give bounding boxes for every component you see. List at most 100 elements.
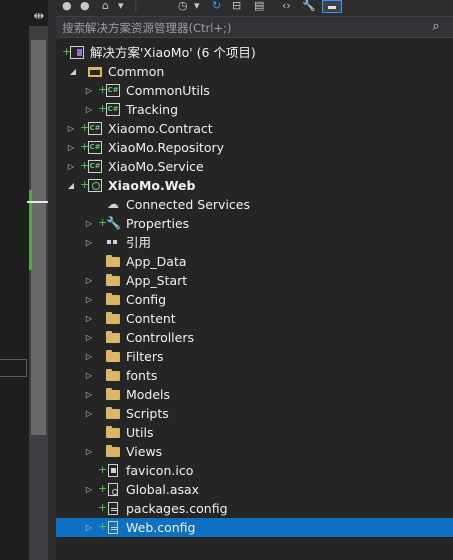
tree-item-label: Models	[126, 387, 171, 402]
active-view-icon[interactable]	[322, 0, 342, 13]
tree-item-packages-config[interactable]: + packages.config	[56, 499, 453, 518]
search-input[interactable]	[62, 20, 412, 35]
expand-arrow-icon[interactable]: ▷	[84, 347, 94, 366]
tree-item-label: App_Start	[126, 273, 188, 288]
search-icon[interactable]: ⌕	[426, 19, 446, 35]
editor-field[interactable]	[0, 359, 27, 377]
collapse-arrow-icon[interactable]: ◢	[68, 62, 78, 81]
tree-item-label: Properties	[126, 216, 190, 231]
expand-arrow-icon[interactable]: ▷	[84, 518, 94, 537]
expand-arrow-icon[interactable]: ▷	[84, 385, 94, 404]
tree-item-views[interactable]: ▷ Views	[56, 442, 453, 461]
tree-item-references[interactable]: ▷ 引用	[56, 233, 453, 252]
code-icon[interactable]: ‹›	[282, 0, 291, 12]
split-view-icon[interactable]: ⇹	[30, 8, 48, 26]
git-added-icon: +	[98, 102, 108, 115]
tree-item-web-config[interactable]: ▷ + Web.config	[56, 518, 453, 537]
back-icon[interactable]: ●	[62, 0, 72, 12]
tree-item-commonutils[interactable]: ▷ + C# CommonUtils	[56, 81, 453, 100]
tree-item-label: Connected Services	[126, 197, 250, 212]
properties-icon[interactable]: ▤	[254, 0, 264, 12]
folder-icon	[106, 407, 120, 419]
tree-item-global-asax[interactable]: ▷ + Global.asax	[56, 480, 453, 499]
tree-item-connected-services[interactable]: ☁ Connected Services	[56, 195, 453, 214]
cloud-icon: ☁	[107, 197, 119, 211]
refresh-icon[interactable]: ↻	[212, 0, 221, 12]
tree-item-label: XiaoMo.Web	[108, 178, 196, 193]
tree-item-favicon[interactable]: + favicon.ico	[56, 461, 453, 480]
scrollbar-thumb[interactable]	[31, 40, 46, 435]
tree-item-filters[interactable]: ▷ Filters	[56, 347, 453, 366]
folder-icon	[106, 388, 120, 400]
tree-item-app-start[interactable]: ▷ App_Start	[56, 271, 453, 290]
tree-item-label: Views	[126, 444, 163, 459]
tree-item-solution[interactable]: + 解决方案'XiaoMo' (6 个项目)	[56, 43, 453, 62]
expand-arrow-icon[interactable]: ▷	[84, 214, 94, 233]
tree-item-label: Xiaomo.Contract	[108, 121, 213, 136]
folder-icon	[106, 255, 120, 267]
collapse-arrow-icon[interactable]: ◢	[66, 176, 76, 195]
expand-arrow-icon[interactable]: ▷	[84, 480, 94, 499]
expand-arrow-icon[interactable]: ▷	[66, 157, 76, 176]
expand-arrow-icon[interactable]: ▷	[84, 100, 94, 119]
tree-item-models[interactable]: ▷ Models	[56, 385, 453, 404]
tree-item-label: CommonUtils	[126, 83, 210, 98]
folder-icon	[106, 293, 120, 305]
toolbar-separator: |	[134, 0, 138, 12]
tree-item-properties[interactable]: ▷ + 🔧 Properties	[56, 214, 453, 233]
tree-item-xiaomo-web[interactable]: ◢ + XiaoMo.Web	[56, 176, 453, 195]
git-added-icon: +	[98, 482, 108, 495]
expand-arrow-icon[interactable]: ▷	[84, 309, 94, 328]
tree-item-fonts[interactable]: ▷ fonts	[56, 366, 453, 385]
wrench-icon[interactable]: 🔧	[302, 0, 316, 12]
tree-item-label: Web.config	[126, 520, 196, 535]
git-added-icon: +	[80, 140, 90, 153]
tree-item-controllers[interactable]: ▷ Controllers	[56, 328, 453, 347]
expand-arrow-icon[interactable]: ▷	[84, 290, 94, 309]
tree-item-config[interactable]: ▷ Config	[56, 290, 453, 309]
tree-item-label: Scripts	[126, 406, 169, 421]
git-added-icon: +	[98, 83, 108, 96]
csharp-project-icon: C#	[88, 160, 102, 173]
tree-item-label: Tracking	[126, 102, 179, 117]
git-added-icon: +	[98, 216, 108, 229]
tree-item-label: Controllers	[126, 330, 194, 345]
tree-item-content[interactable]: ▷ Content	[56, 309, 453, 328]
home-icon[interactable]: ⌂	[102, 0, 109, 12]
git-added-icon: +	[80, 121, 90, 134]
history-dropdown-icon[interactable]: ▾	[194, 0, 200, 12]
tree-item-label: Filters	[126, 349, 164, 364]
expand-arrow-icon[interactable]: ▷	[84, 404, 94, 423]
collapse-icon[interactable]: ⊟	[232, 0, 241, 12]
expand-arrow-icon[interactable]: ▷	[84, 233, 94, 252]
tree-item-app-data[interactable]: App_Data	[56, 252, 453, 271]
expand-arrow-icon[interactable]: ▷	[84, 328, 94, 347]
editor-edge	[0, 0, 24, 560]
tree-item-label: Content	[126, 311, 176, 326]
tree-item-utils[interactable]: Utils	[56, 423, 453, 442]
tree-item-scripts[interactable]: ▷ Scripts	[56, 404, 453, 423]
dropdown-icon[interactable]: ▾	[118, 0, 124, 12]
folder-icon	[106, 274, 120, 286]
tree-item-label: App_Data	[126, 254, 187, 269]
panel-splitter[interactable]	[48, 0, 56, 560]
tree-item-xiaomo-contract[interactable]: ▷ + C# Xiaomo.Contract	[56, 119, 453, 138]
csharp-project-icon: C#	[88, 122, 102, 135]
expand-arrow-icon[interactable]: ▷	[84, 271, 94, 290]
history-icon[interactable]: ◷	[178, 0, 188, 12]
solution-icon	[70, 46, 84, 59]
image-file-icon	[108, 464, 118, 477]
tree-item-tracking[interactable]: ▷ + C# Tracking	[56, 100, 453, 119]
expand-arrow-icon[interactable]: ▷	[84, 442, 94, 461]
tree-item-xiaomo-repository[interactable]: ▷ + C# XiaoMo.Repository	[56, 138, 453, 157]
forward-icon[interactable]: ●	[80, 0, 90, 12]
expand-arrow-icon[interactable]: ▷	[66, 138, 76, 157]
solution-explorer: ● ● ⌂ ▾ | ◷ ▾ ↻ ⊟ ▤ ‹› 🔧 ⌕ + 解决方案'XiaoMo…	[56, 0, 453, 560]
wrench-icon: 🔧	[106, 216, 121, 230]
expand-arrow-icon[interactable]: ▷	[84, 81, 94, 100]
tree-item-xiaomo-service[interactable]: ▷ + C# XiaoMo.Service	[56, 157, 453, 176]
tree-item-common[interactable]: ◢ Common	[56, 62, 453, 81]
expand-arrow-icon[interactable]: ▷	[84, 366, 94, 385]
tree-item-label: favicon.ico	[126, 463, 194, 478]
expand-arrow-icon[interactable]: ▷	[66, 119, 76, 138]
